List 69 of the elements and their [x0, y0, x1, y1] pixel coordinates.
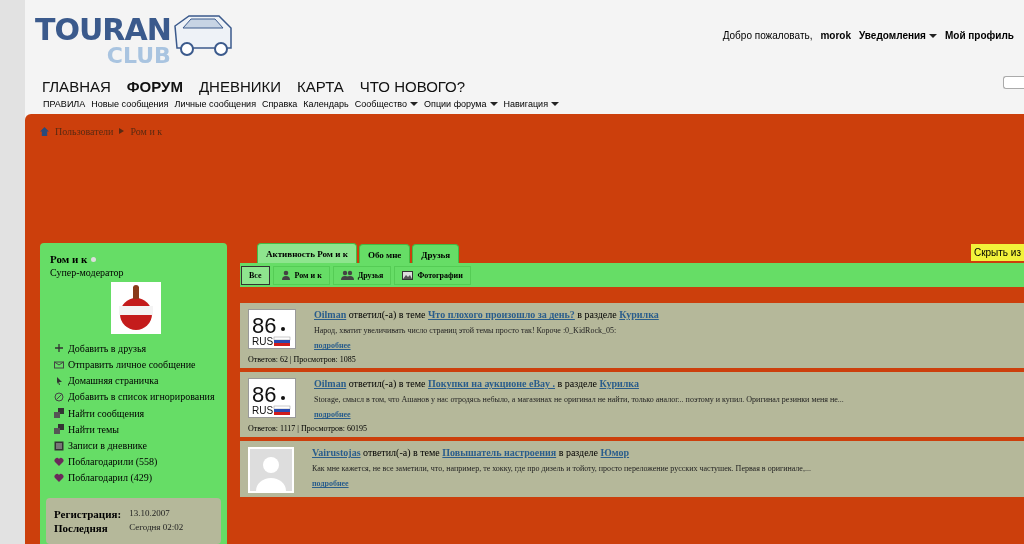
welcome-text: Добро пожаловать, — [722, 29, 813, 43]
hide-button[interactable]: Скрыть из — [970, 244, 1024, 262]
filter-tab[interactable]: Друзья — [332, 265, 392, 285]
envelope-icon — [54, 359, 64, 370]
profile-action[interactable]: Добавить в друзья — [50, 340, 221, 357]
profile-name: Ром и к — [50, 253, 221, 266]
profile-action[interactable]: Найти темы — [50, 421, 221, 438]
notifications-menu[interactable]: Уведомления — [859, 3, 937, 68]
nav-tab[interactable]: ГЛАВНАЯ — [42, 78, 111, 95]
stat-value: 13.10.2007 — [129, 508, 171, 520]
activity-headline: Oilman ответил(-а) в теме Покупки на аукционе eBay . в разделе Курилка — [314, 378, 640, 390]
nav-menu[interactable]: Сообщество — [354, 99, 419, 109]
heart-icon — [54, 472, 64, 483]
profile-action[interactable]: Поблагодарил (429) — [50, 469, 221, 486]
nav-menu[interactable]: Опции форума — [424, 99, 498, 109]
nav-tab[interactable]: ДНЕВНИКИ — [198, 78, 282, 95]
profile-action[interactable]: Записи в дневнике — [50, 437, 221, 454]
filter-tab[interactable]: Ром и к — [272, 265, 330, 285]
search-field[interactable] — [1003, 76, 1024, 89]
activity-headline: Oilman ответил(-а) в теме Что плохого произошло за день? в разделе Курилка — [314, 309, 659, 321]
license-plate-avatar: 86 RUS — [248, 378, 296, 419]
post-excerpt: Как мне кажется, не все заметили, что, например, те хокку, где про дизель и тойоту, просто переложение русских частушек. Первая в оригинале,... — [312, 464, 811, 474]
image-icon — [402, 270, 414, 280]
filter-tab[interactable]: Фотографии — [394, 265, 471, 285]
profile-action[interactable]: Найти сообщения — [50, 405, 221, 422]
profile-action[interactable]: Добавить в список игнорирования — [50, 388, 221, 406]
arrow-icon — [119, 128, 125, 135]
username-link[interactable]: morok — [820, 3, 851, 68]
nav-link[interactable]: ПРАВИЛА — [43, 99, 86, 109]
nav-menu[interactable]: Навигация — [503, 99, 559, 109]
pages-icon — [54, 408, 64, 419]
nav-tab[interactable]: ФОРУМ — [126, 78, 183, 95]
pointer-icon — [54, 375, 64, 386]
profile-action[interactable]: Отправить личное сообщение — [50, 356, 221, 373]
profile-action[interactable]: Домашняя страничка — [50, 372, 221, 389]
profile-tab[interactable]: Активность Ром и к — [257, 243, 357, 264]
profile-link[interactable]: Мой профиль — [944, 3, 1014, 68]
home-icon — [40, 126, 49, 136]
profile-tab[interactable]: Друзья — [412, 244, 460, 264]
avatar-placeholder — [248, 447, 294, 494]
stat-value: Сегодня 02:02 — [129, 522, 185, 534]
thread-stats: Ответов: 62 | Просмотров: 1085 — [248, 355, 357, 365]
van-icon — [172, 14, 235, 58]
heart-icon — [54, 456, 64, 467]
post-excerpt: Народ, хватит увеличивать число страниц этой темы просто так! Короче :0_KidRock_05: — [314, 326, 618, 336]
nav-tab[interactable]: КАРТА — [297, 78, 344, 95]
notebook-icon — [54, 440, 64, 451]
site-logo[interactable]: TOURAN CLUB — [35, 12, 171, 68]
stat-label: Последняя — [54, 522, 109, 534]
nav-link[interactable]: Личные сообщения — [174, 99, 256, 109]
user-title: Супер-модератор — [50, 267, 125, 279]
nav-link[interactable]: Справка — [262, 99, 298, 109]
activity-headline: Vairustojas ответил(-а) в теме Повышатель настроения в разделе Юмор — [312, 447, 631, 459]
profile-action[interactable]: Поблагодарили (558) — [50, 453, 221, 470]
profile-tab[interactable]: Обо мне — [358, 244, 411, 264]
license-plate-avatar: 86 RUS — [248, 309, 296, 350]
users-icon — [340, 270, 354, 281]
nav-tab[interactable]: ЧТО НОВОГО? — [359, 78, 466, 95]
filter-tab[interactable]: Все — [241, 265, 270, 285]
thread-stats: Ответов: 1117 | Просмотров: 60195 — [248, 424, 369, 434]
nav-link[interactable]: Новые сообщения — [91, 99, 169, 109]
pages-icon — [54, 424, 64, 435]
post-excerpt: Storage, смысл в том, что Ашанов у нас отродясь небыло, а магазинах не оригинал не найти, только аналог... поэтому и купил. Оригинал резинки меня не... — [314, 395, 844, 405]
stat-label: Регистрация: — [54, 508, 122, 520]
nav-link[interactable]: Календарь — [303, 99, 349, 109]
section-link[interactable]: Юмор — [600, 447, 630, 459]
user-icon — [280, 270, 291, 281]
block-icon — [54, 391, 64, 402]
plus-icon — [54, 343, 64, 354]
